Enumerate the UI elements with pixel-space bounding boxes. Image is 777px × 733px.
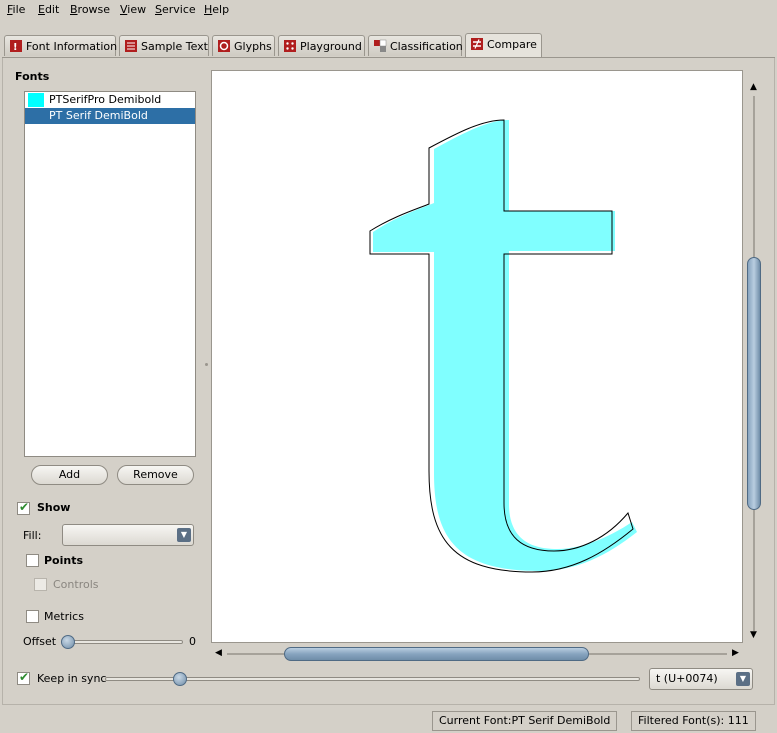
chevron-down-icon: ▼ xyxy=(177,528,191,542)
menu-edit[interactable]: Edit xyxy=(38,3,59,16)
controls-checkbox[interactable] xyxy=(34,578,47,591)
tab-bar: ! Font Information Sample Text Glyphs Pl… xyxy=(0,33,777,57)
glyph-outline-ptserifpro xyxy=(373,120,637,571)
classification-icon xyxy=(373,39,387,53)
glyph-select[interactable]: t (U+0074) ▼ xyxy=(649,668,753,690)
scroll-down-icon[interactable]: ▼ xyxy=(750,630,757,640)
menu-help[interactable]: Help xyxy=(204,3,229,16)
fonts-heading: Fonts xyxy=(15,70,50,83)
keep-in-sync-checkbox[interactable] xyxy=(17,670,30,685)
tab-sample-text[interactable]: Sample Text xyxy=(119,35,209,56)
chevron-down-icon: ▼ xyxy=(736,672,750,686)
font-list[interactable]: PTSerifPro Demibold PT Serif DemiBold xyxy=(24,91,196,457)
svg-text:!: ! xyxy=(13,42,18,53)
vertical-scrollbar[interactable]: ▲ ▼ xyxy=(745,70,765,645)
fill-select[interactable]: ▼ xyxy=(62,524,194,546)
offset-slider-track[interactable] xyxy=(62,640,183,644)
sync-slider-knob[interactable] xyxy=(172,672,187,686)
tab-compare[interactable]: Compare xyxy=(465,33,542,57)
tab-label: Compare xyxy=(487,38,537,51)
points-checkbox[interactable] xyxy=(26,554,39,567)
menu-bar: File Edit Browse View Service Help xyxy=(0,0,777,22)
glyph-preview xyxy=(369,119,637,573)
offset-value: 0 xyxy=(189,635,196,648)
tab-label: Classification xyxy=(390,40,463,53)
font-list-item-selected[interactable]: PT Serif DemiBold xyxy=(25,108,195,124)
keep-in-sync-label: Keep in sync xyxy=(37,672,107,685)
add-font-button[interactable]: Add xyxy=(31,465,108,485)
remove-font-button[interactable]: Remove xyxy=(117,465,194,485)
status-bar: Current Font:PT Serif DemiBold Filtered … xyxy=(0,706,777,733)
horizontal-scroll-thumb[interactable] xyxy=(284,647,589,661)
current-font-status: Current Font:PT Serif DemiBold xyxy=(432,711,618,731)
tab-classification[interactable]: Classification xyxy=(368,35,463,56)
splitter-handle[interactable] xyxy=(205,363,208,366)
fill-label: Fill: xyxy=(23,529,42,542)
menu-file[interactable]: File xyxy=(7,3,25,16)
compare-icon xyxy=(470,37,484,51)
tab-label: Playground xyxy=(300,40,362,53)
sample-text-icon xyxy=(124,39,138,53)
tab-label: Font Information xyxy=(26,40,118,53)
tab-label: Glyphs xyxy=(234,40,272,53)
points-label: Points xyxy=(44,554,84,567)
menu-service[interactable]: Service xyxy=(155,3,196,16)
font-color-swatch xyxy=(28,109,44,123)
font-color-swatch xyxy=(28,93,44,107)
glyphs-icon xyxy=(217,39,231,53)
menu-browse[interactable]: Browse xyxy=(70,3,110,16)
offset-slider-knob[interactable] xyxy=(61,635,75,649)
vertical-scroll-thumb[interactable] xyxy=(747,257,761,510)
metrics-checkbox[interactable] xyxy=(26,610,39,623)
offset-label: Offset xyxy=(23,635,57,648)
menu-view[interactable]: View xyxy=(120,3,146,16)
tab-glyphs[interactable]: Glyphs xyxy=(212,35,275,56)
tab-playground[interactable]: Playground xyxy=(278,35,365,56)
font-information-icon: ! xyxy=(9,39,23,53)
metrics-label: Metrics xyxy=(44,610,84,623)
horizontal-scrollbar[interactable]: ◀ ▶ xyxy=(211,645,743,663)
playground-icon xyxy=(283,39,297,53)
show-label: Show xyxy=(37,501,71,514)
font-list-item[interactable]: PTSerifPro Demibold xyxy=(25,92,195,108)
font-list-item-label: PTSerifPro Demibold xyxy=(49,93,162,106)
filtered-fonts-status: Filtered Font(s): 111 xyxy=(631,711,756,731)
glyph-compare-canvas xyxy=(211,70,743,643)
scroll-right-icon[interactable]: ▶ xyxy=(732,648,739,658)
tab-font-information[interactable]: ! Font Information xyxy=(4,35,118,56)
font-list-item-label: PT Serif DemiBold xyxy=(49,109,148,122)
scroll-left-icon[interactable]: ◀ xyxy=(215,648,222,658)
scroll-up-icon[interactable]: ▲ xyxy=(750,82,757,92)
show-checkbox[interactable] xyxy=(17,500,30,515)
glyph-select-value: t (U+0074) xyxy=(656,672,718,685)
tab-label: Sample Text xyxy=(141,40,208,53)
controls-label: Controls xyxy=(53,578,99,591)
